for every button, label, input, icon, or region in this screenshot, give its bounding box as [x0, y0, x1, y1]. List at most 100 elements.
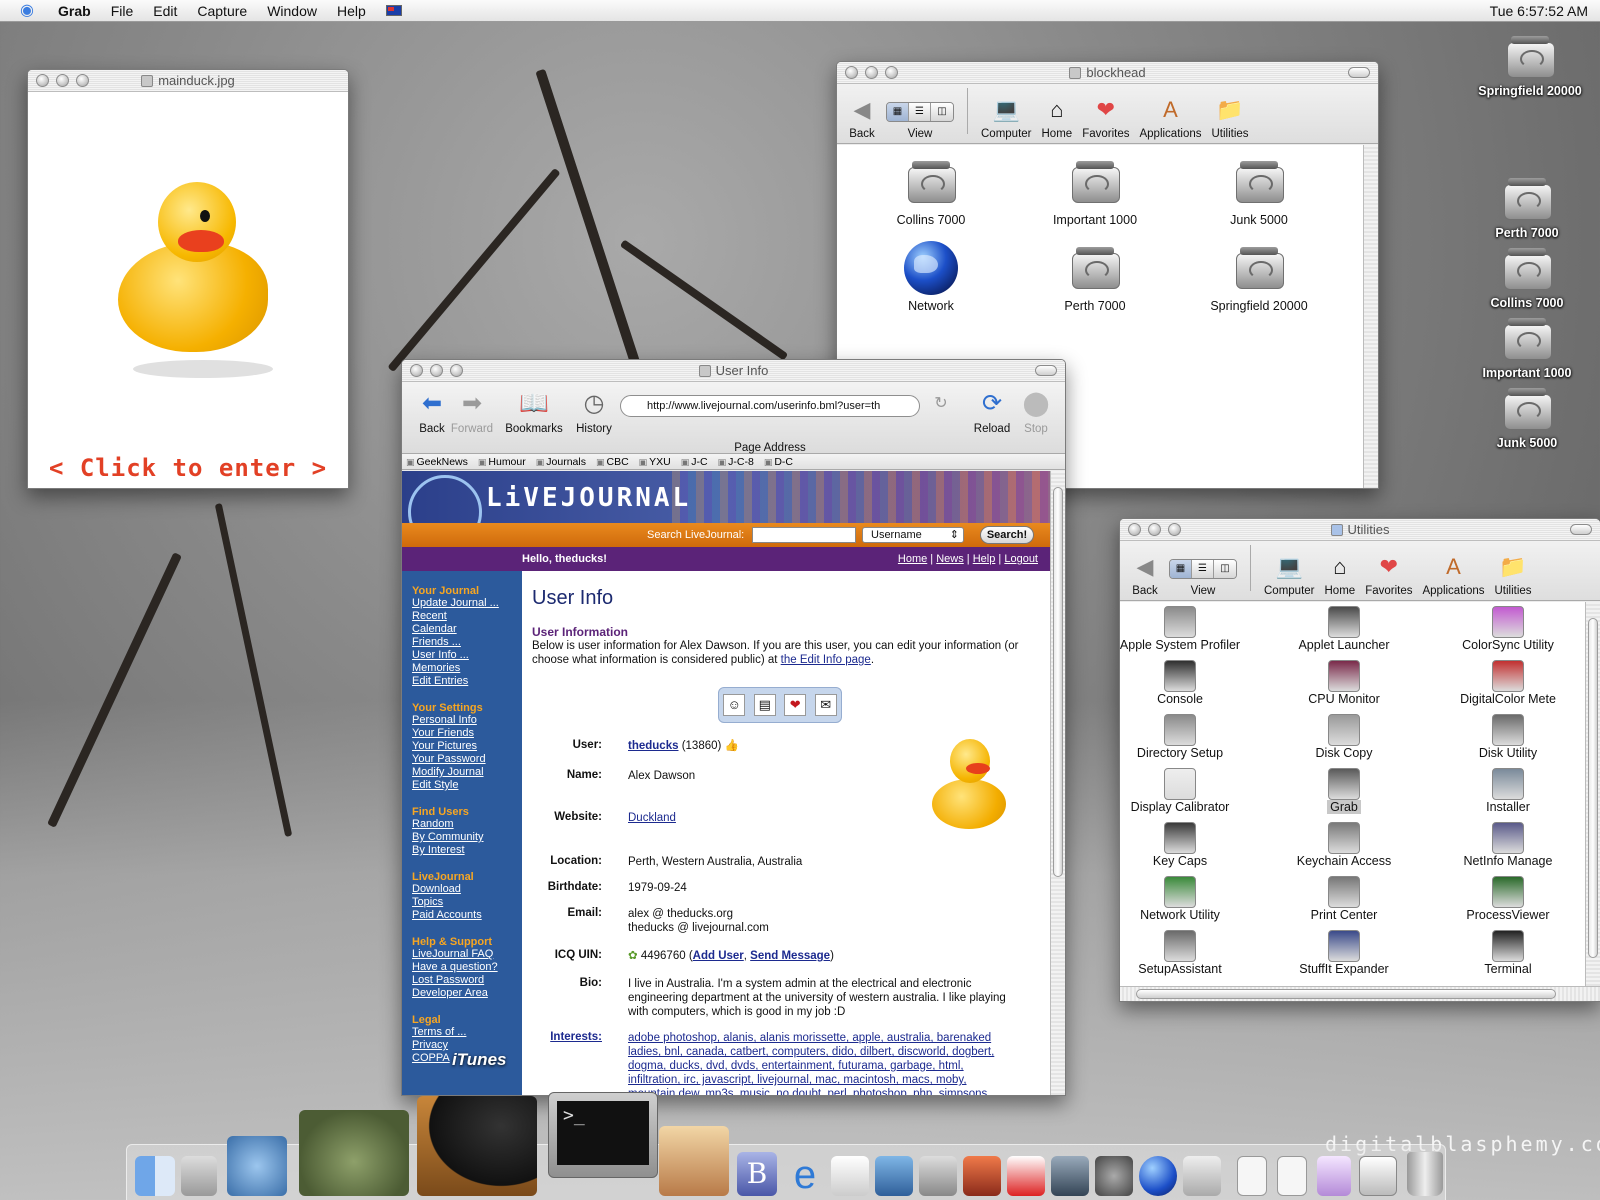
app-dock-icon[interactable]: [875, 1156, 913, 1196]
utility-app-item[interactable]: Installer: [1428, 768, 1585, 814]
sidebar-link[interactable]: Calendar: [412, 623, 522, 636]
nav-logout-link[interactable]: Logout: [1004, 553, 1038, 565]
view-control[interactable]: ▦ ☰ ◫ View: [1169, 541, 1237, 597]
back-button[interactable]: ◀ Back: [1131, 541, 1159, 597]
menu-help[interactable]: Help: [327, 3, 376, 19]
mail-dock-icon[interactable]: [659, 1126, 729, 1196]
favorites-bar-item[interactable]: Humour: [478, 456, 525, 468]
app-dock-icon[interactable]: [963, 1156, 1001, 1196]
edit-info-link[interactable]: the Edit Info page: [781, 654, 871, 666]
favorites-bar-item[interactable]: D-C: [764, 456, 793, 468]
sidebar-link[interactable]: Friends ...: [412, 636, 522, 649]
menu-file[interactable]: File: [101, 3, 144, 19]
desktop-icon-collins-7000[interactable]: Collins 7000: [1457, 242, 1597, 310]
utility-app-item[interactable]: Directory Setup: [1120, 714, 1260, 760]
username-link[interactable]: theducks: [628, 740, 679, 752]
toolbar-toggle-button[interactable]: [1035, 365, 1057, 376]
vertical-scrollbar[interactable]: [1050, 471, 1065, 1095]
go-refresh-button[interactable]: ↻: [926, 388, 956, 420]
sidebar-link[interactable]: Have a question?: [412, 961, 522, 974]
menu-window[interactable]: Window: [257, 3, 327, 19]
icq-add-user-link[interactable]: Add User: [693, 950, 744, 962]
scroll-thumb[interactable]: [1588, 618, 1598, 958]
utility-app-item[interactable]: Terminal: [1428, 930, 1585, 976]
sidebar-link[interactable]: User Info ...: [412, 649, 522, 662]
utility-app-item[interactable]: Disk Utility: [1428, 714, 1585, 760]
computer-button[interactable]: 💻 Computer: [981, 84, 1032, 140]
icon-view-icon[interactable]: ▦: [887, 103, 909, 121]
close-button[interactable]: [1128, 523, 1141, 536]
title-bar[interactable]: mainduck.jpg: [28, 70, 348, 92]
utility-app-item[interactable]: ProcessViewer: [1428, 876, 1585, 922]
list-view-icon[interactable]: ☰: [1192, 560, 1214, 578]
utility-app-item[interactable]: Disk Copy: [1264, 714, 1424, 760]
sidebar-link[interactable]: Your Password: [412, 753, 522, 766]
utility-app-item[interactable]: Apple System Profiler: [1120, 606, 1260, 652]
journal-icon[interactable]: ▤: [753, 694, 776, 716]
close-button[interactable]: [410, 364, 423, 377]
desktop-icon-junk-5000[interactable]: Junk 5000: [1457, 382, 1597, 450]
sidebar-link[interactable]: Your Pictures: [412, 740, 522, 753]
sidebar-link[interactable]: Personal Info: [412, 714, 522, 727]
minimize-button[interactable]: [56, 74, 69, 87]
stop-button[interactable]: ⬤ Stop: [1006, 388, 1065, 435]
favorites-button[interactable]: ❤ Favorites: [1082, 84, 1129, 140]
sidebar-link[interactable]: Developer Area: [412, 987, 522, 1000]
sidebar-link[interactable]: Download: [412, 883, 522, 896]
bookmarks-button[interactable]: 📖 Bookmarks: [504, 388, 564, 435]
window-minimized-dock-icon[interactable]: [1359, 1156, 1397, 1196]
address-field[interactable]: http://www.livejournal.com/userinfo.bml?…: [620, 395, 920, 417]
itunes-gramophone-dock-icon[interactable]: [417, 1096, 537, 1196]
volume-collins-7000[interactable]: Collins 7000: [861, 155, 1001, 227]
nav-news-link[interactable]: News: [936, 553, 964, 565]
column-view-icon[interactable]: ◫: [1214, 560, 1236, 578]
sherlock-dock-icon[interactable]: [1095, 1156, 1133, 1196]
sidebar-link[interactable]: Recent: [412, 610, 522, 623]
desktop-icon-springfield-20000[interactable]: Springfield 20000: [1460, 30, 1600, 98]
sidebar-link[interactable]: Update Journal ...: [412, 597, 522, 610]
menu-app-name[interactable]: Grab: [48, 3, 101, 19]
desktop-icon-important-1000[interactable]: Important 1000: [1457, 312, 1597, 380]
sidebar-link[interactable]: Your Friends: [412, 727, 522, 740]
app-dock-icon[interactable]: [1183, 1156, 1221, 1196]
sidebar-link[interactable]: Edit Style: [412, 779, 522, 792]
interests-links[interactable]: adobe photoshop, alanis, alanis morisset…: [628, 1032, 994, 1095]
utility-app-item[interactable]: DigitalColor Mete: [1428, 660, 1585, 706]
click-to-enter-link[interactable]: < Click to enter >: [28, 454, 348, 482]
document-dock-icon[interactable]: [1277, 1156, 1307, 1196]
search-type-select[interactable]: Username ⇕: [862, 527, 964, 543]
back-button[interactable]: ◀ Back: [848, 84, 876, 140]
sidebar-link[interactable]: Random: [412, 818, 522, 831]
nav-help-link[interactable]: Help: [973, 553, 996, 565]
interests-label[interactable]: Interests:: [512, 1031, 602, 1043]
heart-icon[interactable]: ❤: [784, 694, 807, 716]
sidebar-link[interactable]: Edit Entries: [412, 675, 522, 688]
horizontal-scrollbar[interactable]: [1120, 986, 1600, 1001]
favorites-bar-item[interactable]: J-C-8: [718, 456, 754, 468]
utility-app-item[interactable]: Display Calibrator: [1120, 768, 1260, 814]
utility-app-item[interactable]: Print Center: [1264, 876, 1424, 922]
computer-button[interactable]: 💻 Computer: [1264, 541, 1315, 597]
utility-app-item[interactable]: ColorSync Utility: [1428, 606, 1585, 652]
home-button[interactable]: ⌂ Home: [1325, 541, 1356, 597]
sidebar-link[interactable]: Modify Journal: [412, 766, 522, 779]
sidebar-link[interactable]: LiveJournal FAQ: [412, 948, 522, 961]
utility-app-item[interactable]: StuffIt Expander: [1264, 930, 1424, 976]
home-button[interactable]: ⌂ Home: [1042, 84, 1073, 140]
utility-app-item[interactable]: Applet Launcher: [1264, 606, 1424, 652]
favorites-bar-item[interactable]: J-C: [681, 456, 707, 468]
bbedit-dock-icon[interactable]: B: [737, 1152, 777, 1196]
network-item[interactable]: Network: [861, 241, 1001, 313]
utility-app-item[interactable]: Keychain Access: [1264, 822, 1424, 868]
iphoto-dock-icon[interactable]: [227, 1136, 287, 1196]
column-view-icon[interactable]: ◫: [931, 103, 953, 121]
close-button[interactable]: [36, 74, 49, 87]
volume-junk-5000[interactable]: Junk 5000: [1189, 155, 1329, 227]
toolbar-toggle-button[interactable]: [1570, 524, 1592, 535]
livejournal-logo[interactable]: LiVEJOURNAL: [486, 483, 691, 513]
view-control[interactable]: ▦ ☰ ◫ View: [886, 84, 954, 140]
scroll-thumb[interactable]: [1053, 487, 1063, 877]
utility-app-item[interactable]: NetInfo Manage: [1428, 822, 1585, 868]
sidebar-link[interactable]: Paid Accounts: [412, 909, 522, 922]
app-dock-icon[interactable]: [919, 1156, 957, 1196]
